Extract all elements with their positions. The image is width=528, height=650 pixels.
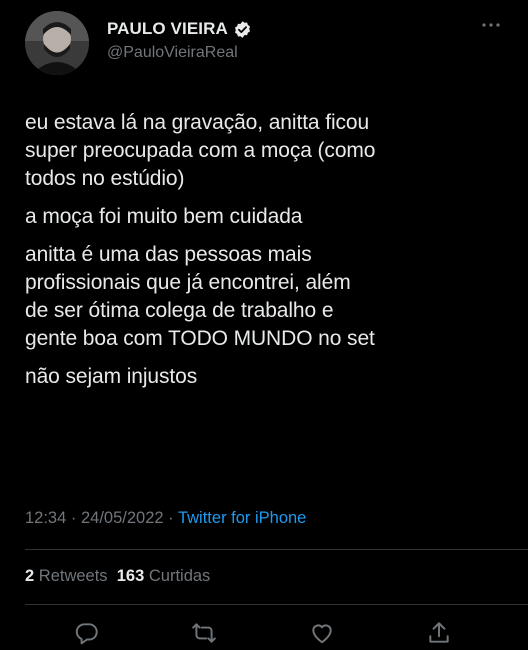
tweet-source[interactable]: Twitter for iPhone <box>178 509 306 527</box>
tweet-date[interactable]: 24/05/2022 <box>81 509 164 527</box>
share-icon[interactable] <box>426 620 454 648</box>
tweet-stats: 2 Retweets 163 Curtidas <box>25 567 210 586</box>
tweet-paragraph: não sejam injustos <box>25 365 198 388</box>
more-horizontal-icon[interactable] <box>479 17 503 33</box>
reply-icon[interactable] <box>74 620 102 648</box>
likes-count: 163 <box>116 567 145 585</box>
tweet-time[interactable]: 12:34 <box>25 509 66 527</box>
tweet-paragraph: anitta é uma das pessoas mais profission… <box>25 243 375 350</box>
retweets-label: Retweets <box>38 567 108 585</box>
heart-icon[interactable] <box>309 620 337 648</box>
author-name[interactable]: PAULO VIEIRA <box>107 19 228 39</box>
tweet-text: eu estava lá na gravação, anitta ficou s… <box>25 109 500 401</box>
avatar[interactable] <box>25 11 89 75</box>
retweet-icon[interactable] <box>191 620 219 648</box>
tweet-paragraph: a moça foi muito bem cuidada <box>25 205 303 228</box>
likes-stat[interactable]: 163 Curtidas <box>117 567 211 585</box>
tweet-paragraph: eu estava lá na gravação, anitta ficou s… <box>25 111 376 190</box>
tweet-actions <box>0 620 528 650</box>
retweets-stat[interactable]: 2 Retweets <box>25 567 108 585</box>
verified-badge-icon <box>234 20 250 38</box>
tweet-timestamp: 12:34 · 24/05/2022 · Twitter for iPhone <box>25 509 306 528</box>
author-handle[interactable]: @PauloVieiraReal <box>107 44 238 62</box>
meta-separator: · <box>70 509 77 527</box>
divider <box>25 549 528 550</box>
likes-label: Curtidas <box>148 567 211 585</box>
retweets-count: 2 <box>25 567 35 585</box>
tweet-header: PAULO VIEIRA @PauloVieiraReal <box>25 11 505 75</box>
divider <box>25 604 528 605</box>
author-name-row[interactable]: PAULO VIEIRA <box>107 19 252 39</box>
meta-separator: · <box>168 509 174 527</box>
